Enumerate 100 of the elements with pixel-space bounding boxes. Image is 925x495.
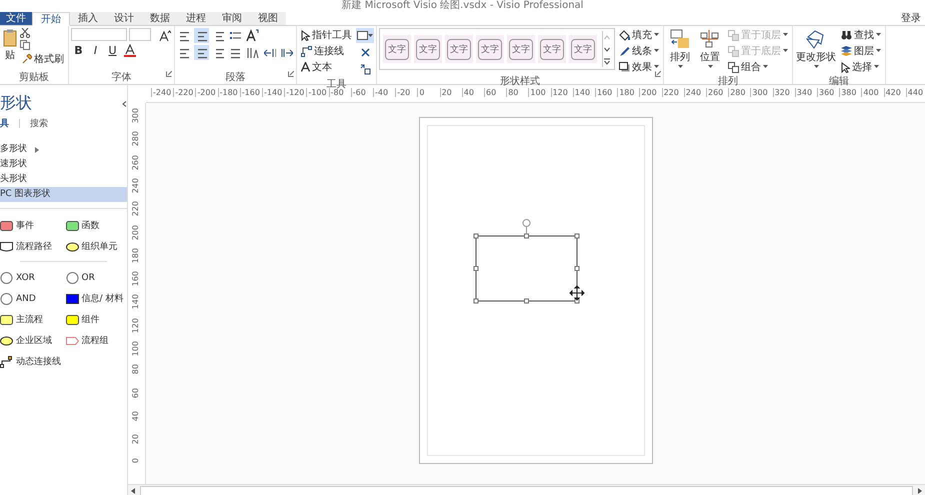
caret-icon <box>814 65 818 69</box>
ruler-label: 80 <box>506 88 518 97</box>
style-swatch[interactable]: 文字 <box>507 35 535 63</box>
stencil-category[interactable]: 头形状 <box>0 172 127 187</box>
stencil-category[interactable]: 速形状 <box>0 157 127 172</box>
ruler-label: 340 <box>794 88 812 97</box>
ruler-label: 440 <box>906 88 924 97</box>
align-icon <box>196 46 207 58</box>
ribbon-tab[interactable]: 文件 <box>0 12 32 25</box>
arrange-option-button[interactable]: 组合 <box>726 60 790 74</box>
ruler-label: 240 <box>131 178 141 194</box>
layer-order-icon <box>728 62 739 72</box>
ruler-label: -240 <box>151 88 172 97</box>
style-swatch[interactable]: 文字 <box>476 35 504 63</box>
style-swatch[interactable]: 文字 <box>569 35 597 63</box>
ruler-label: -80 <box>328 88 344 97</box>
ruler-label: 0 <box>131 458 141 463</box>
style-option-button[interactable]: 效果 <box>617 60 661 74</box>
ruler-label: 20 <box>440 88 452 97</box>
ribbon-tab[interactable]: 设计 <box>106 12 142 25</box>
paste-button[interactable]: 贴 <box>2 28 18 63</box>
arrange-button[interactable]: 排列 <box>669 28 691 70</box>
ribbon-tab[interactable]: 审阅 <box>214 12 250 25</box>
rectangle-shape[interactable] <box>474 219 580 304</box>
align-button[interactable] <box>194 28 209 43</box>
position-icon <box>700 29 720 49</box>
scroll-left-icon <box>130 488 136 494</box>
caret-icon <box>654 33 659 37</box>
style-swatch[interactable]: 文字 <box>445 35 473 63</box>
caret-icon <box>783 33 788 37</box>
align-icon <box>179 30 190 42</box>
arrange-button[interactable]: 位置 <box>699 28 721 70</box>
text-a-icon <box>301 62 310 72</box>
rectangle-tool-button[interactable] <box>356 28 374 43</box>
ribbon-tab[interactable]: 插入 <box>70 12 106 25</box>
panel-tab[interactable]: 搜索 <box>30 117 48 130</box>
indent-icon <box>280 48 292 58</box>
text-direction-button[interactable] <box>245 45 260 60</box>
font-color-button[interactable] <box>122 43 137 58</box>
caret-icon <box>368 34 373 38</box>
ruler-label: 80 <box>131 364 141 374</box>
tool-button[interactable]: 文本 <box>299 60 354 74</box>
bring-forward-icon <box>670 29 690 49</box>
stencil-category[interactable]: PC 图表形状 <box>0 187 127 202</box>
underline-button[interactable]: U <box>105 43 120 58</box>
style-swatch[interactable]: 文字 <box>538 35 566 63</box>
grow-font-icon <box>158 30 170 42</box>
bullets-icon <box>230 30 241 42</box>
ruler-label: 100 <box>528 88 546 97</box>
ruler-label: 60 <box>484 88 496 97</box>
change-shape-button[interactable]: 更改形状 <box>795 28 837 70</box>
ruler-label: 300 <box>750 88 768 97</box>
edit-option-button[interactable]: 查找 <box>839 28 883 42</box>
panel-tab[interactable]: 具 <box>0 117 9 130</box>
stencil-shape-icon <box>66 272 78 284</box>
caret-icon <box>783 49 788 53</box>
move-cursor-icon <box>570 286 584 300</box>
connection-point-icon <box>360 64 370 75</box>
text-size-button[interactable] <box>245 28 260 43</box>
style-swatch[interactable]: 文字 <box>414 35 442 63</box>
ruler-label: 200 <box>131 224 141 240</box>
ruler-label: 120 <box>550 88 568 97</box>
format-painter-button[interactable]: 格式刷 <box>20 52 66 66</box>
ruler-label: 280 <box>131 131 141 147</box>
bold-button[interactable]: B <box>71 43 86 58</box>
style-swatch[interactable]: 文字 <box>383 35 411 63</box>
ruler-label: 300 <box>131 108 141 124</box>
scrollbar-thumb[interactable] <box>140 486 913 495</box>
stencil-category[interactable]: 多形状 <box>0 142 127 157</box>
connector-icon <box>301 46 312 56</box>
caret-icon <box>763 65 768 69</box>
ribbon-tab[interactable]: 开始 <box>32 12 70 26</box>
sign-in-link[interactable]: 登录 <box>901 12 925 25</box>
group-label: 形状样式 <box>499 76 541 88</box>
tool-button[interactable]: 指针工具 <box>299 28 354 42</box>
dialog-launcher-icon <box>288 71 294 77</box>
layer-order-icon <box>728 30 739 40</box>
caret-icon <box>708 65 712 69</box>
tool-button[interactable]: 连接线 <box>299 44 354 58</box>
ruler-label: 140 <box>572 88 590 97</box>
ruler-label: 160 <box>595 88 612 97</box>
align-icon <box>213 30 224 42</box>
ribbon-tab[interactable]: 数据 <box>142 12 178 25</box>
pen-icon <box>619 46 630 56</box>
ribbon-tab[interactable]: 视图 <box>250 12 286 25</box>
edit-option-button[interactable]: 图层 <box>839 44 883 58</box>
align-icon <box>179 46 190 58</box>
close-icon <box>360 48 370 57</box>
collapse-icon <box>122 100 127 106</box>
caret-icon <box>876 49 881 53</box>
style-option-button[interactable]: 线条 <box>617 44 661 58</box>
edit-option-button[interactable]: 选择 <box>839 60 883 74</box>
align-button[interactable] <box>194 45 209 60</box>
scroll-right-icon <box>918 488 922 494</box>
ruler-label: 60 <box>131 388 141 398</box>
ribbon-tab[interactable]: 进程 <box>178 12 214 25</box>
rectangle-icon <box>357 31 368 40</box>
grow-font-button[interactable] <box>157 28 172 43</box>
italic-button[interactable]: I <box>88 43 103 58</box>
style-option-button[interactable]: 填充 <box>617 28 661 42</box>
